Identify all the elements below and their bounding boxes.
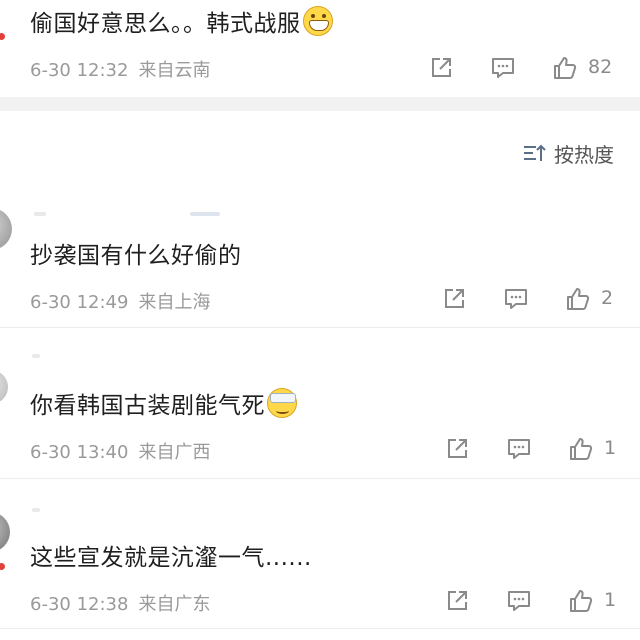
sort-icon: [522, 141, 546, 165]
sort-by-hot-button[interactable]: 按热度: [522, 138, 614, 168]
avatar-badge: [0, 32, 6, 41]
avatar[interactable]: [0, 208, 12, 250]
comment-icon[interactable]: [506, 588, 532, 614]
divider: [0, 478, 640, 479]
comment-actions: 1: [0, 588, 640, 618]
like-icon[interactable]: [568, 436, 594, 462]
share-icon[interactable]: [444, 588, 470, 614]
like-icon[interactable]: [568, 588, 594, 614]
comment-actions: 1: [0, 436, 640, 466]
like-count: 2: [601, 287, 614, 309]
like-count: 1: [604, 437, 617, 459]
avatar[interactable]: [0, 512, 10, 552]
comment-icon[interactable]: [503, 286, 529, 312]
comment-text: 偷国好意思么。。韩式战服: [30, 4, 333, 38]
sick-face-emoji-icon: [267, 388, 297, 418]
divider: [0, 327, 640, 328]
comment-page: 偷国好意思么。。韩式战服 6-30 12:32 来自云南 82 按热度 抄袭国有什…: [0, 0, 640, 640]
like-count: 82: [588, 56, 613, 78]
comment-text: 这些宣发就是沆瀣一气......: [30, 538, 312, 572]
comment-text-content: 偷国好意思么。。韩式战服: [30, 11, 301, 37]
comment-text: 你看韩国古装剧能气死: [30, 386, 297, 420]
comment-text-content: 抄袭国有什么好偷的: [30, 243, 242, 269]
comment-icon[interactable]: [490, 55, 516, 81]
username-badge: [190, 212, 220, 216]
comment-actions: 82: [0, 55, 640, 85]
avatar[interactable]: [0, 370, 8, 404]
comment-actions: 2: [0, 286, 640, 316]
like-icon[interactable]: [565, 286, 591, 312]
comment-icon[interactable]: [506, 436, 532, 462]
comment-text: 抄袭国有什么好偷的: [30, 236, 242, 270]
grinning-emoji-icon: [302, 6, 333, 36]
username[interactable]: [32, 508, 40, 512]
comment-text-content: 你看韩国古装剧能气死: [30, 393, 265, 419]
divider: [0, 628, 640, 629]
comment-text-content: 这些宣发就是沆瀣一气......: [30, 545, 312, 571]
sort-label: 按热度: [554, 142, 614, 167]
share-icon[interactable]: [428, 55, 454, 81]
section-separator: [0, 97, 640, 111]
avatar-badge: [0, 562, 6, 571]
share-icon[interactable]: [441, 286, 467, 312]
share-icon[interactable]: [444, 436, 470, 462]
username[interactable]: [34, 212, 46, 216]
username[interactable]: [32, 354, 40, 358]
like-icon[interactable]: [552, 55, 578, 81]
like-count: 1: [604, 589, 617, 611]
